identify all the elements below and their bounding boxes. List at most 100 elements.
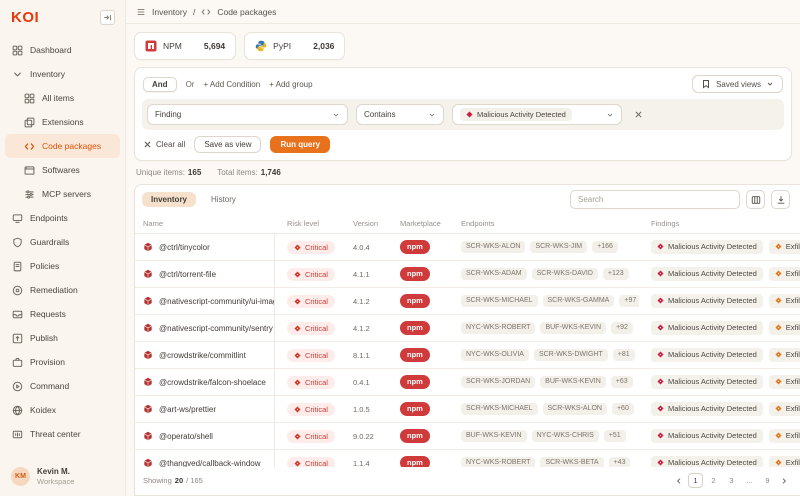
save-as-view-button[interactable]: Save as view: [194, 136, 261, 153]
endpoints-more-chip[interactable]: +166: [592, 241, 618, 253]
endpoint-chip[interactable]: SCR-WKS-MICHAEL: [461, 295, 538, 307]
finding-chip-exfils-clo[interactable]: Exfils Clo: [769, 240, 800, 254]
endpoints-more-chip[interactable]: +92: [611, 322, 633, 334]
tab-history[interactable]: History: [202, 192, 245, 207]
endpoints-more-chip[interactable]: +63: [611, 376, 633, 388]
column-header-name[interactable]: Name: [135, 219, 275, 228]
endpoints-more-chip[interactable]: +43: [609, 457, 631, 467]
table-row[interactable]: @ctrl/torrent-fileCritical4.1.1npmSCR-WK…: [135, 261, 800, 288]
table-row[interactable]: @operato/shellCritical9.0.22npmBUF-WKS-K…: [135, 423, 800, 450]
page-button-1[interactable]: 1: [688, 473, 703, 488]
endpoints-more-chip[interactable]: +81: [613, 349, 635, 361]
endpoint-chip[interactable]: SCR-WKS-ALON: [461, 241, 525, 253]
table-row[interactable]: @crowdstrike/commitlintCritical8.1.1npmN…: [135, 342, 800, 369]
next-page-button[interactable]: [778, 477, 790, 485]
finding-chip-exfils-clo[interactable]: Exfils Clo: [769, 456, 800, 467]
sidebar-item-code-packages[interactable]: Code packages: [5, 134, 120, 158]
finding-chip-exfils-clo[interactable]: Exfils Clo: [769, 348, 800, 362]
endpoint-chip[interactable]: SCR-WKS-GAMMA: [543, 295, 615, 307]
finding-chip-malicious-activity-detected[interactable]: Malicious Activity Detected: [651, 375, 763, 389]
add-group-link[interactable]: + Add group: [269, 80, 312, 89]
search-input[interactable]: [570, 190, 740, 209]
endpoint-chip[interactable]: SCR-WKS-BETA: [540, 457, 603, 467]
finding-chip-malicious-activity-detected[interactable]: Malicious Activity Detected: [651, 348, 763, 362]
table-row[interactable]: @crowdstrike/falcon-shoelaceCritical0.4.…: [135, 369, 800, 396]
pypi-summary-card[interactable]: PyPI 2,036: [244, 32, 345, 60]
run-query-button[interactable]: Run query: [270, 136, 330, 153]
table-row[interactable]: @nativescript-community/ui-imageCritical…: [135, 288, 800, 315]
endpoint-chip[interactable]: NYC-WKS-OLIVIA: [461, 349, 529, 361]
finding-chip-malicious-activity-detected[interactable]: Malicious Activity Detected: [651, 456, 763, 467]
clear-all-button[interactable]: Clear all: [143, 140, 185, 149]
endpoint-chip[interactable]: SCR-WKS-DWIGHT: [534, 349, 608, 361]
endpoint-chip[interactable]: BUF-WKS-KEVIN: [540, 376, 606, 388]
endpoint-chip[interactable]: SCR-WKS-ALON: [543, 403, 607, 415]
sidebar-item-inventory[interactable]: Inventory: [0, 62, 125, 86]
tab-inventory[interactable]: Inventory: [142, 192, 196, 207]
field-select[interactable]: Finding: [147, 104, 348, 125]
sidebar-item-all-items[interactable]: All items: [0, 86, 125, 110]
page-button-9[interactable]: 9: [760, 473, 775, 488]
finding-chip-malicious-activity-detected[interactable]: Malicious Activity Detected: [651, 402, 763, 416]
operator-select[interactable]: Contains: [356, 104, 444, 125]
endpoints-more-chip[interactable]: +60: [612, 403, 634, 415]
columns-toggle-button[interactable]: [746, 190, 765, 209]
finding-chip-exfils-clo[interactable]: Exfils Clo: [769, 402, 800, 416]
add-condition-link[interactable]: + Add Condition: [203, 80, 260, 89]
finding-chip-malicious-activity-detected[interactable]: Malicious Activity Detected: [651, 267, 763, 281]
breadcrumb-root[interactable]: Inventory: [152, 7, 187, 17]
saved-views-button[interactable]: Saved views: [692, 75, 783, 93]
page-button-2[interactable]: 2: [706, 473, 721, 488]
endpoint-chip[interactable]: NYC-WKS-ROBERT: [461, 322, 535, 334]
prev-page-button[interactable]: [673, 477, 685, 485]
remove-condition-button[interactable]: [630, 107, 646, 123]
sidebar-item-mcp-servers[interactable]: MCP servers: [0, 182, 125, 206]
sidebar-item-publish[interactable]: Publish: [0, 326, 125, 350]
endpoints-more-chip[interactable]: +123: [603, 268, 629, 280]
endpoints-more-chip[interactable]: +51: [604, 430, 626, 442]
sidebar-item-provision[interactable]: Provision: [0, 350, 125, 374]
table-row[interactable]: @ctrl/tinycolorCritical4.0.4npmSCR-WKS-A…: [135, 234, 800, 261]
endpoint-chip[interactable]: SCR-WKS-ADAM: [461, 268, 527, 280]
sidebar-item-endpoints[interactable]: Endpoints: [0, 206, 125, 230]
workspace-switcher[interactable]: KM Kevin M. Workspace: [0, 459, 125, 488]
column-header-findings[interactable]: Findings: [639, 219, 800, 228]
logic-or-button[interactable]: Or: [186, 80, 195, 89]
finding-chip-malicious-activity-detected[interactable]: Malicious Activity Detected: [651, 321, 763, 335]
logic-and-button[interactable]: And: [143, 77, 177, 92]
finding-chip-exfils-clo[interactable]: Exfils Clo: [769, 321, 800, 335]
value-select[interactable]: Malicious Activity Detected: [452, 104, 622, 125]
endpoint-chip[interactable]: BUF-WKS-KEVIN: [540, 322, 606, 334]
sidebar-item-command[interactable]: Command: [0, 374, 125, 398]
sidebar-item-guardrails[interactable]: Guardrails: [0, 230, 125, 254]
finding-chip-exfils-clo[interactable]: Exfils Clo: [769, 267, 800, 281]
endpoint-chip[interactable]: SCR-WKS-MICHAEL: [461, 403, 538, 415]
sidebar-item-dashboard[interactable]: Dashboard: [0, 38, 125, 62]
endpoint-chip[interactable]: SCR-WKS-DAVID: [532, 268, 598, 280]
endpoint-chip[interactable]: SCR-WKS-JORDAN: [461, 376, 535, 388]
column-header-risk[interactable]: Risk level: [275, 219, 341, 228]
page-button-3[interactable]: 3: [724, 473, 739, 488]
finding-chip-malicious-activity-detected[interactable]: Malicious Activity Detected: [651, 429, 763, 443]
sidebar-item-policies[interactable]: Policies: [0, 254, 125, 278]
table-row[interactable]: @art-ws/prettierCritical1.0.5npmSCR-WKS-…: [135, 396, 800, 423]
finding-chip-exfils-clo[interactable]: Exfils Clo: [769, 294, 800, 308]
sidebar-item-koidex[interactable]: Koidex: [0, 398, 125, 422]
sidebar-item-requests[interactable]: Requests: [0, 302, 125, 326]
sidebar-collapse-button[interactable]: [100, 10, 115, 25]
sidebar-item-softwares[interactable]: Softwares: [0, 158, 125, 182]
finding-chip-exfils-clo[interactable]: Exfils Clo: [769, 375, 800, 389]
endpoint-chip[interactable]: NYC-WKS-ROBERT: [461, 457, 535, 467]
table-row[interactable]: @thangved/callback-windowCritical1.1.4np…: [135, 450, 800, 467]
sidebar-item-threat-center[interactable]: Threat center: [0, 422, 125, 446]
sidebar-item-extensions[interactable]: Extensions: [0, 110, 125, 134]
table-row[interactable]: @nativescript-community/sentryCritical4.…: [135, 315, 800, 342]
finding-chip-malicious-activity-detected[interactable]: Malicious Activity Detected: [651, 294, 763, 308]
endpoint-chip[interactable]: SCR-WKS-JIM: [530, 241, 587, 253]
export-button[interactable]: [771, 190, 790, 209]
endpoints-more-chip[interactable]: +97: [619, 295, 639, 307]
endpoint-chip[interactable]: NYC-WKS-CHRIS: [532, 430, 599, 442]
sidebar-item-remediation[interactable]: Remediation: [0, 278, 125, 302]
endpoint-chip[interactable]: BUF-WKS-KEVIN: [461, 430, 527, 442]
finding-chip-exfils-clo[interactable]: Exfils Clo: [769, 429, 800, 443]
